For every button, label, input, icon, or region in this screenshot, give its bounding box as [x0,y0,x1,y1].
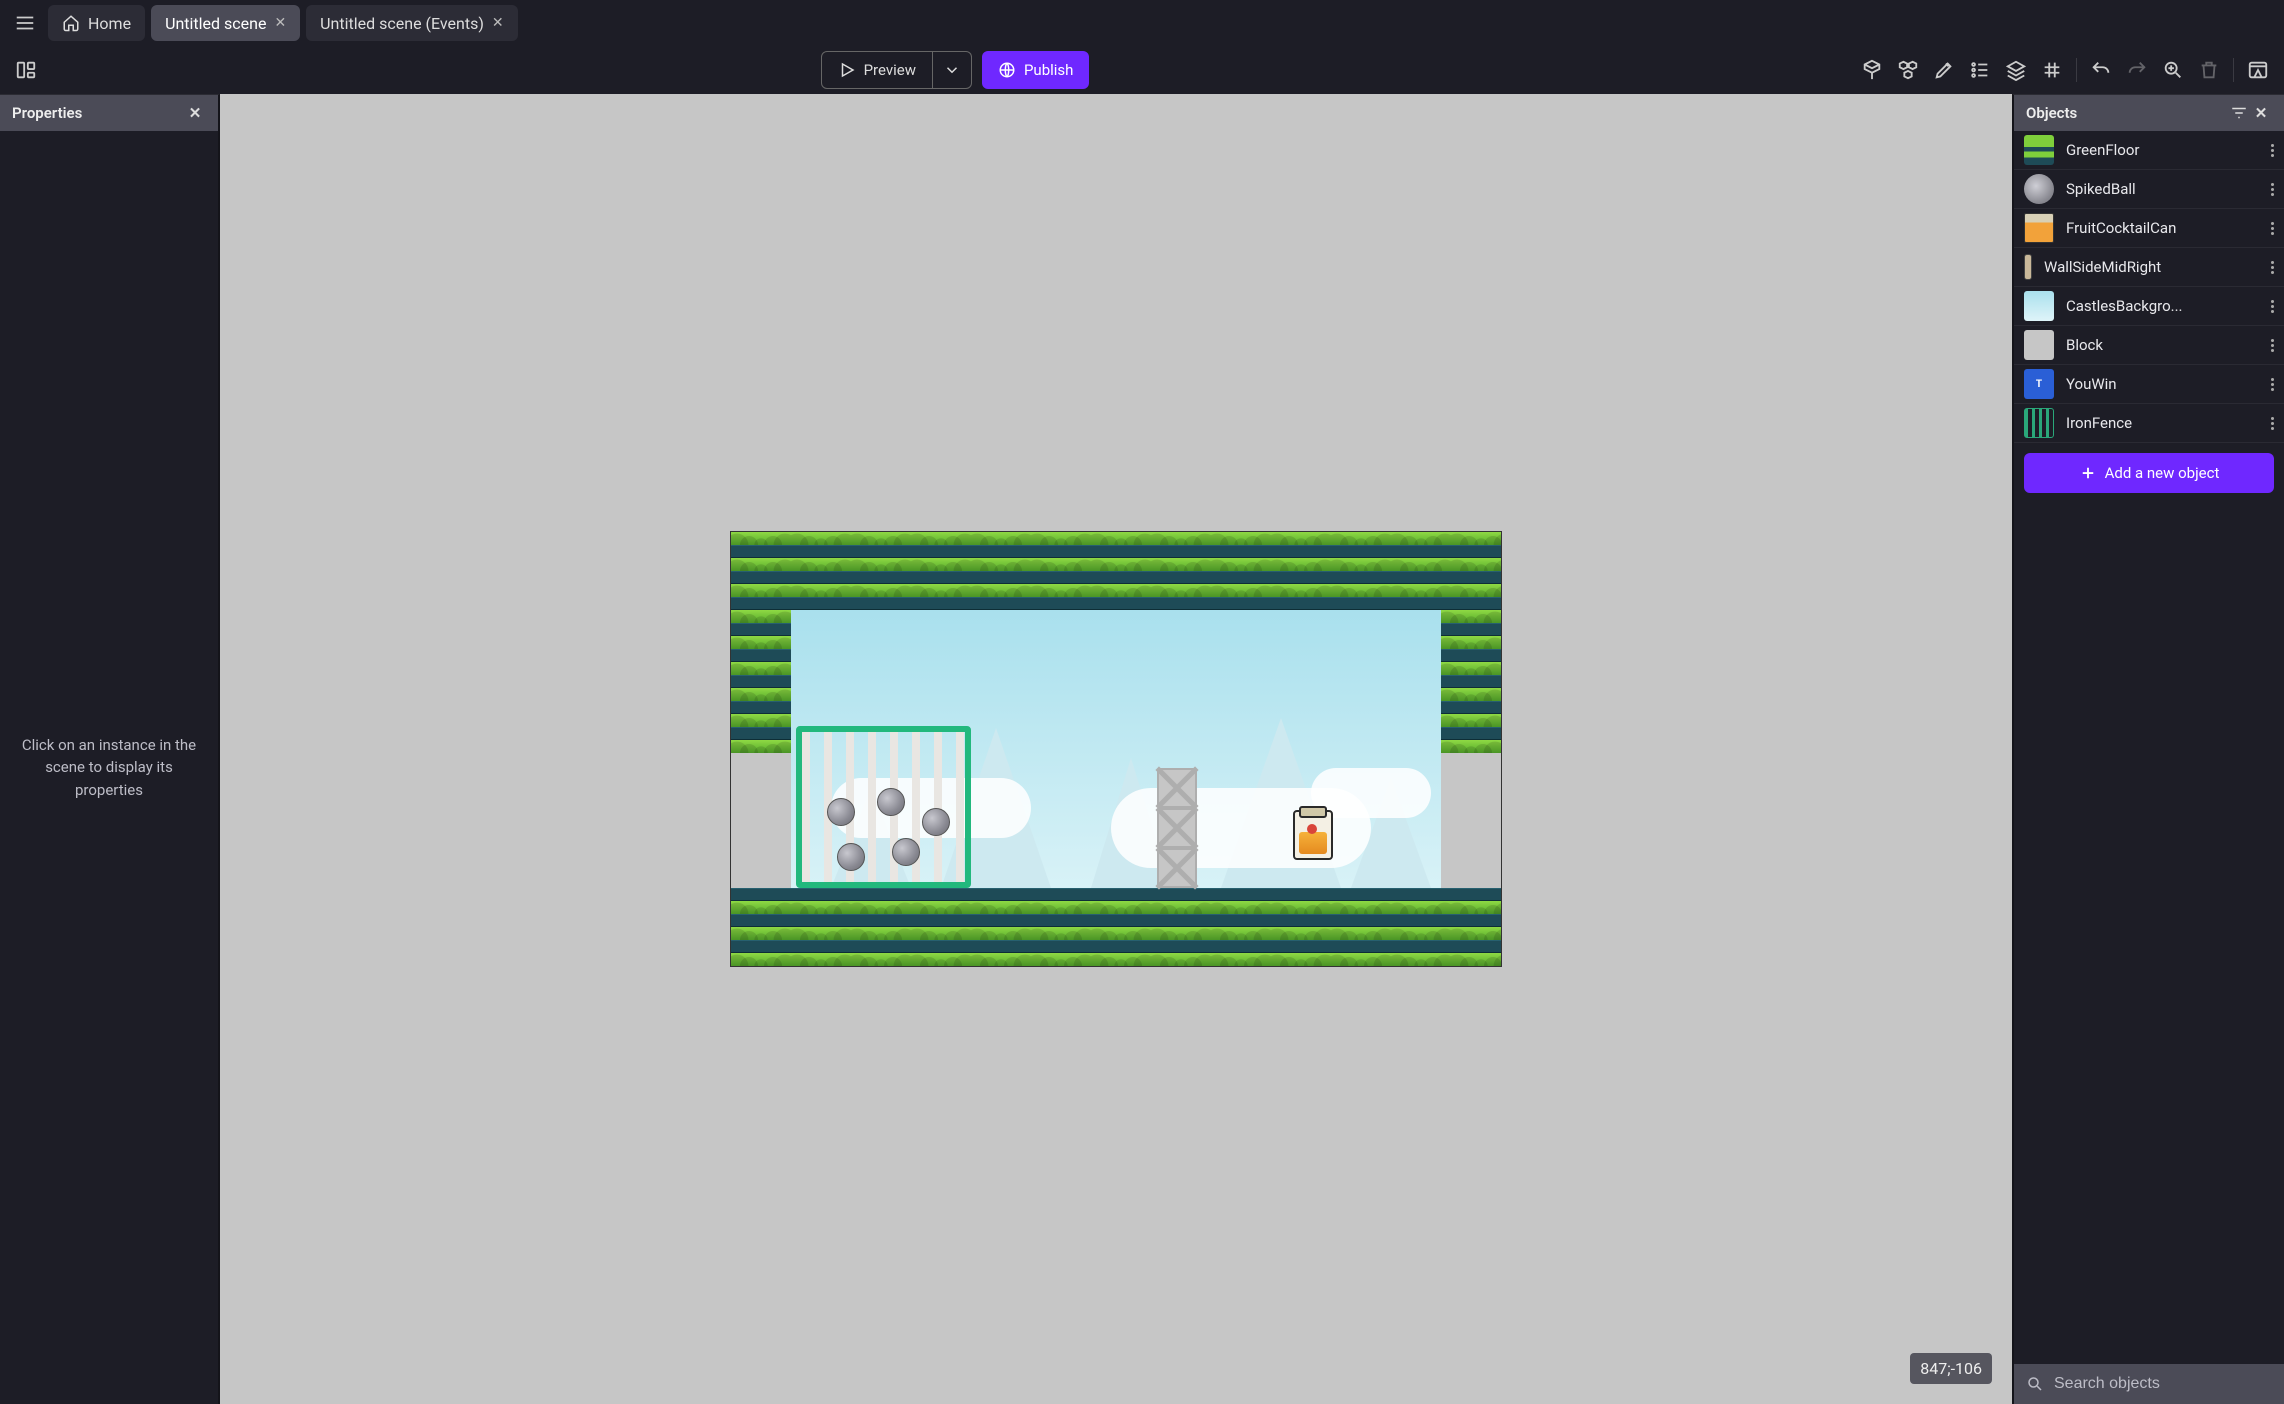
preview-dropdown[interactable] [933,51,972,89]
layers-icon[interactable] [2000,54,2032,86]
zoom-icon[interactable] [2157,54,2189,86]
properties-title: Properties [12,104,82,122]
redo-icon[interactable] [2121,54,2153,86]
publish-button[interactable]: Publish [982,51,1089,89]
more-icon[interactable] [2271,417,2274,430]
tab-events-label: Untitled scene (Events) [320,14,484,33]
object-tool-icon[interactable] [1856,54,1888,86]
object-name: Block [2066,336,2259,354]
object-thumb [2024,408,2054,438]
more-icon[interactable] [2271,261,2274,274]
object-row[interactable]: T YouWin [2014,365,2284,404]
object-name: FruitCocktailCan [2066,219,2259,237]
cursor-coordinates: 847;-106 [1910,1353,1992,1384]
object-row[interactable]: GreenFloor [2014,131,2284,170]
preview-button[interactable]: Preview [821,51,933,89]
edit-tool-icon[interactable] [1928,54,1960,86]
object-thumb [2024,254,2032,280]
spiked-ball-instance[interactable] [831,837,871,877]
objects-list: GreenFloor SpikedBall FruitCocktailCan Wall… [2014,131,2284,443]
more-icon[interactable] [2271,144,2274,157]
object-thumb [2024,213,2054,243]
more-icon[interactable] [2271,222,2274,235]
spiked-ball-instance[interactable] [916,802,956,842]
properties-hint: Click on an instance in the scene to dis… [14,734,204,802]
close-icon[interactable]: ✕ [492,15,504,31]
object-row[interactable]: WallSideMidRight [2014,248,2284,287]
spiked-ball-instance[interactable] [821,792,861,832]
filter-icon[interactable] [2228,104,2250,122]
instances-list-icon[interactable] [1964,54,1996,86]
object-thumb [2024,174,2054,204]
workspace: Properties ✕ Click on an instance in the… [0,94,2284,1404]
properties-panel: Properties ✕ Click on an instance in the… [0,94,220,1404]
close-icon[interactable]: ✕ [274,15,286,31]
object-name: CastlesBackgro... [2066,297,2259,315]
menu-button[interactable] [8,6,42,40]
object-row[interactable]: SpikedBall [2014,170,2284,209]
properties-header: Properties ✕ [0,95,218,131]
undo-icon[interactable] [2085,54,2117,86]
tab-scene-events[interactable]: Untitled scene (Events) ✕ [306,5,517,41]
panel-toggle-button[interactable] [10,54,42,86]
tab-scene[interactable]: Untitled scene ✕ [151,5,300,41]
settings-icon[interactable] [2242,54,2274,86]
separator [2076,58,2077,82]
toolbar: Preview Publish [0,46,2284,94]
object-row[interactable]: FruitCocktailCan [2014,209,2284,248]
tab-scene-label: Untitled scene [165,14,266,33]
object-row[interactable]: IronFence [2014,404,2284,443]
add-object-button[interactable]: Add a new object [2024,453,2274,493]
block-instance[interactable] [1157,768,1197,808]
more-icon[interactable] [2271,300,2274,313]
object-thumb [2024,291,2054,321]
publish-label: Publish [1024,61,1073,79]
more-icon[interactable] [2271,378,2274,391]
search-input[interactable] [2054,1375,2272,1393]
fruit-cocktail-can-instance[interactable] [1293,810,1333,860]
objects-header: Objects ✕ [2014,95,2284,131]
search-icon [2026,1375,2044,1393]
object-thumb [2024,135,2054,165]
tab-bar: Home Untitled scene ✕ Untitled scene (Ev… [0,0,2284,46]
block-instance[interactable] [1157,808,1197,848]
object-name: GreenFloor [2066,141,2259,159]
tab-home[interactable]: Home [48,5,145,41]
close-icon[interactable]: ✕ [184,104,206,122]
object-thumb [2024,330,2054,360]
grid-icon[interactable] [2036,54,2068,86]
block-instance[interactable] [1157,848,1197,888]
objects-group-icon[interactable] [1892,54,1924,86]
object-thumb: T [2024,369,2054,399]
separator [2233,58,2234,82]
object-name: WallSideMidRight [2044,258,2259,276]
object-name: SpikedBall [2066,180,2259,198]
preview-label: Preview [864,61,916,79]
more-icon[interactable] [2271,183,2274,196]
scene-canvas[interactable]: 847;-106 [220,94,2012,1404]
more-icon[interactable] [2271,339,2274,352]
tab-home-label: Home [88,14,131,33]
spiked-ball-instance[interactable] [871,782,911,822]
object-row[interactable]: CastlesBackgro... [2014,287,2284,326]
object-name: IronFence [2066,414,2259,432]
objects-panel: Objects ✕ GreenFloor SpikedBall FruitCockt… [2012,94,2284,1404]
objects-search [2014,1364,2284,1404]
objects-title: Objects [2026,104,2077,122]
trash-icon[interactable] [2193,54,2225,86]
object-row[interactable]: Block [2014,326,2284,365]
close-icon[interactable]: ✕ [2250,104,2272,122]
object-name: YouWin [2066,375,2259,393]
add-object-label: Add a new object [2105,464,2220,482]
